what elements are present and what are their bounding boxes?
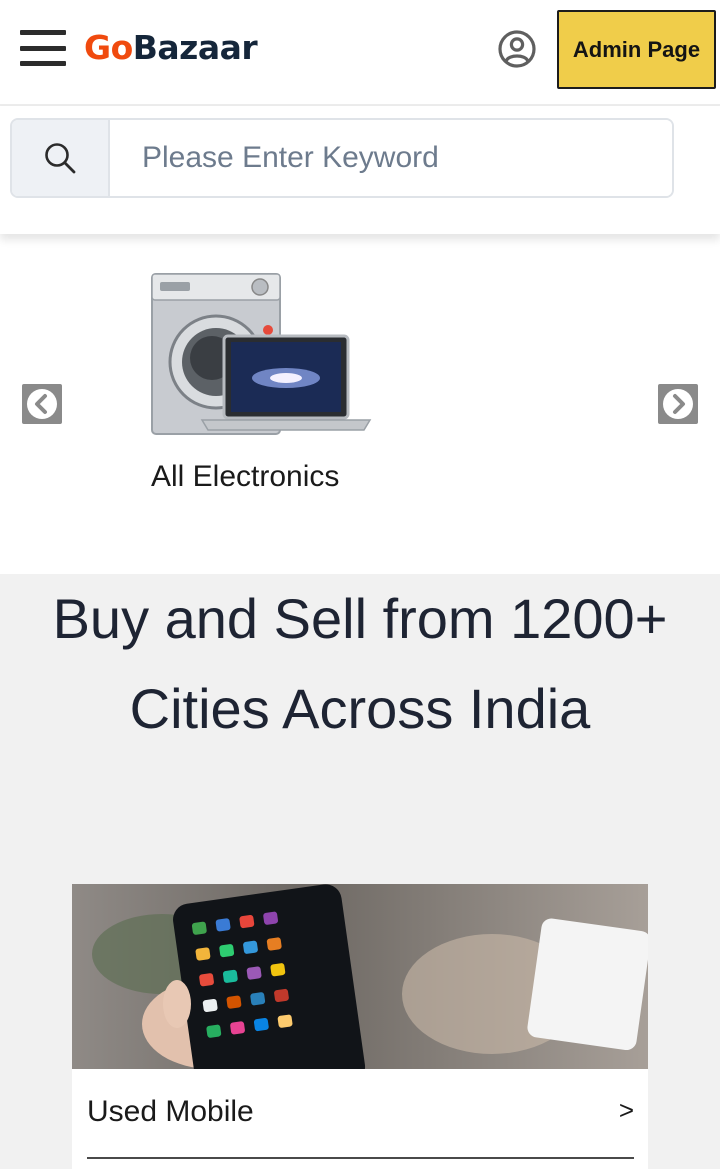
category-carousel: All Electronics xyxy=(0,234,720,574)
search-box xyxy=(10,118,674,198)
carousel-caption[interactable]: All Electronics xyxy=(151,460,339,494)
menu-icon[interactable] xyxy=(20,30,66,66)
logo-go: Go xyxy=(84,28,133,67)
category-card-used-mobile[interactable]: Used Mobile > xyxy=(72,884,648,1169)
logo[interactable]: GoBazaar xyxy=(84,26,258,70)
search-bar xyxy=(0,106,720,234)
promo-section: Buy and Sell from 1200+ Cities Across In… xyxy=(0,574,720,1169)
used-mobile-image xyxy=(72,884,648,1069)
chevron-left-icon[interactable] xyxy=(22,384,62,424)
chevron-right-icon[interactable] xyxy=(658,384,698,424)
category-label: Used Mobile xyxy=(87,1095,254,1128)
logo-bazaar: Bazaar xyxy=(132,28,258,67)
promo-heading: Buy and Sell from 1200+ Cities Across In… xyxy=(52,587,668,740)
category-row[interactable]: Used Mobile > xyxy=(87,1069,634,1159)
account-icon[interactable] xyxy=(496,28,538,70)
admin-page-button[interactable]: Admin Page xyxy=(557,10,716,89)
search-icon[interactable] xyxy=(12,120,110,196)
top-header: GoBazaar Admin Page xyxy=(0,0,720,106)
search-input[interactable] xyxy=(110,120,672,196)
chevron-right-icon: > xyxy=(618,1095,634,1125)
